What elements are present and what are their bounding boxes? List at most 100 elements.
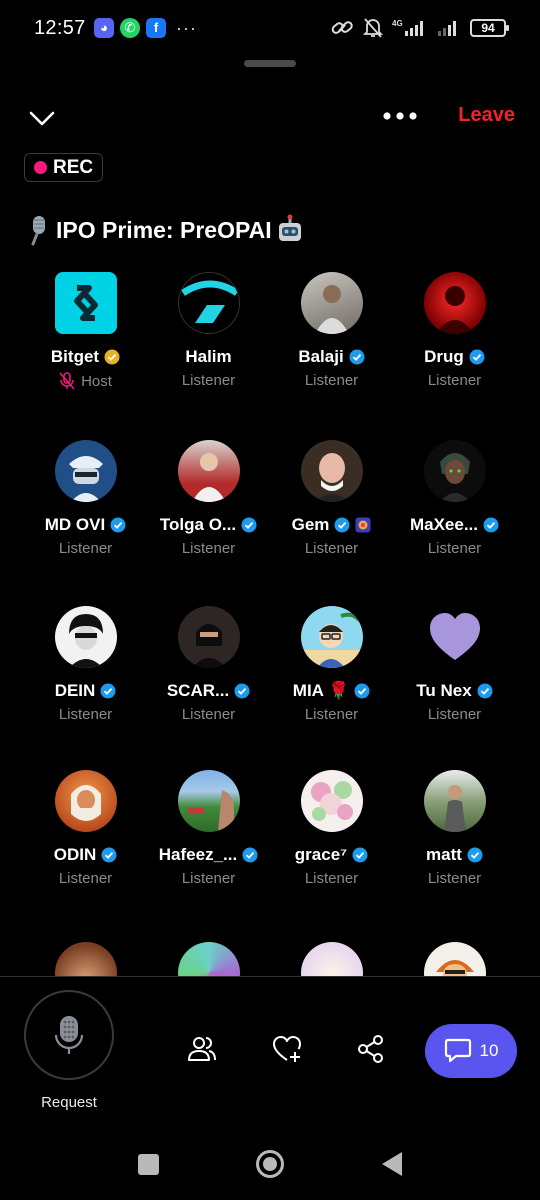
avatar xyxy=(54,606,117,668)
verified-badge-icon xyxy=(349,349,365,365)
avatar xyxy=(177,606,240,668)
participant-tile[interactable]: MIA 🌹 Listener xyxy=(270,606,393,723)
leave-button[interactable]: Leave xyxy=(458,104,515,127)
system-icons: 4G 94 xyxy=(330,17,509,39)
gold-verified-badge-icon xyxy=(104,349,120,365)
avatar xyxy=(423,770,486,832)
participant-tile[interactable] xyxy=(24,942,147,977)
participant-tile[interactable] xyxy=(270,942,393,977)
participant-tile[interactable]: Halim Listener xyxy=(147,272,270,389)
participant-name: MD OVI xyxy=(44,515,106,534)
more-options-icon[interactable] xyxy=(382,106,418,126)
participant-role: Listener xyxy=(58,540,113,557)
participant-role: Listener xyxy=(304,372,359,389)
recording-badge: REC xyxy=(24,153,104,182)
participant-tile[interactable]: MaXee... Listener xyxy=(393,440,516,557)
participant-role: Listener xyxy=(181,372,236,389)
participant-tile[interactable]: DEIN Listener xyxy=(24,606,147,723)
heart-plus-icon[interactable] xyxy=(272,1034,302,1064)
verified-badge-icon xyxy=(477,683,493,699)
participant-tile[interactable] xyxy=(147,942,270,977)
participant-role: Listener xyxy=(427,540,482,557)
avatar xyxy=(177,942,240,977)
chat-button[interactable]: 10 xyxy=(425,1024,517,1078)
robot-emoji-icon xyxy=(278,214,301,241)
status-time: 12:57 xyxy=(34,17,86,39)
request-mic-button[interactable] xyxy=(24,990,114,1080)
verified-badge-icon xyxy=(242,847,258,863)
avatar xyxy=(177,770,240,832)
status-bar: 12:57 ◕ ✆ f ··· 4G 94 xyxy=(0,0,540,58)
avatar xyxy=(424,606,486,668)
verified-badge-icon xyxy=(100,683,116,699)
share-icon[interactable] xyxy=(356,1034,386,1064)
participant-role: Listener xyxy=(304,870,359,887)
participant-name: matt xyxy=(426,845,462,864)
verified-badge-icon xyxy=(334,517,350,533)
verified-badge-icon xyxy=(241,517,257,533)
avatar xyxy=(54,942,117,977)
request-label: Request xyxy=(41,1094,97,1111)
discord-icon: ◕ xyxy=(94,18,114,38)
whatsapp-icon: ✆ xyxy=(120,18,140,38)
participant-tile[interactable]: grace⁷ Listener xyxy=(270,770,393,887)
bell-muted-icon xyxy=(363,18,383,38)
participant-tile[interactable]: SCAR... Listener xyxy=(147,606,270,723)
notification-icons: ◕ ✆ f ··· xyxy=(94,18,197,38)
participant-role: Listener xyxy=(58,870,113,887)
chat-bubble-icon xyxy=(444,1038,471,1063)
collapse-chevron-icon[interactable] xyxy=(28,104,56,132)
home-button[interactable] xyxy=(256,1150,284,1178)
avatar xyxy=(423,272,486,334)
avatar xyxy=(54,272,117,334)
space-title: IPO Prime: PreOPAI xyxy=(24,214,304,246)
affiliate-badge-icon xyxy=(355,517,371,533)
participant-name: Tolga O... xyxy=(159,515,237,534)
sheet-grab-handle[interactable] xyxy=(244,60,296,67)
verified-badge-icon xyxy=(469,349,485,365)
participant-name: Bitget xyxy=(50,347,100,366)
facebook-icon: f xyxy=(146,18,166,38)
participant-tile[interactable]: Gem Listener xyxy=(270,440,393,557)
participant-role: Listener xyxy=(181,870,236,887)
participant-tile[interactable]: Tu Nex Listener xyxy=(393,606,516,723)
participant-tile[interactable]: MD OVI Listener xyxy=(24,440,147,557)
signal-4g-icon: 4G xyxy=(392,19,423,36)
people-icon[interactable] xyxy=(187,1034,217,1064)
avatar xyxy=(177,440,240,502)
participant-name: ODIN xyxy=(53,845,97,864)
participant-name: MIA 🌹 xyxy=(292,681,350,700)
participant-name: MaXee... xyxy=(409,515,479,534)
signal-icon xyxy=(438,21,456,36)
participant-name: Tu Nex xyxy=(416,681,472,700)
participant-tile[interactable]: ODIN Listener xyxy=(24,770,147,887)
participant-tile[interactable]: Balaji Listener xyxy=(270,272,393,389)
participant-name: grace⁷ xyxy=(294,845,348,864)
participant-name: DEIN xyxy=(54,681,96,700)
verified-badge-icon xyxy=(234,683,250,699)
recording-dot-icon xyxy=(34,161,47,174)
participant-tile[interactable]: Hafeez_... Listener xyxy=(147,770,270,887)
back-button[interactable] xyxy=(382,1152,402,1176)
participant-tile[interactable]: matt Listener xyxy=(393,770,516,887)
participant-name: Gem xyxy=(291,515,330,534)
verified-badge-icon xyxy=(467,847,483,863)
participant-role: Listener xyxy=(427,870,482,887)
verified-badge-icon xyxy=(354,683,370,699)
link-icon xyxy=(331,21,353,34)
avatar xyxy=(300,272,363,334)
participant-tile[interactable]: Bitget Host xyxy=(24,272,147,390)
participant-role: Listener xyxy=(304,540,359,557)
participant-tile[interactable]: Drug Listener xyxy=(393,272,516,389)
recording-label: REC xyxy=(53,156,94,178)
participant-tile[interactable]: Tolga O... Listener xyxy=(147,440,270,557)
heart-avatar-icon xyxy=(429,613,480,660)
avatar xyxy=(423,942,486,977)
participant-tile[interactable] xyxy=(393,942,516,977)
participant-role: Listener xyxy=(427,372,482,389)
avatar xyxy=(54,770,117,832)
avatar xyxy=(177,272,240,334)
avatar xyxy=(300,942,363,977)
more-notifications-icon: ··· xyxy=(176,18,197,38)
recent-apps-button[interactable] xyxy=(138,1154,159,1175)
